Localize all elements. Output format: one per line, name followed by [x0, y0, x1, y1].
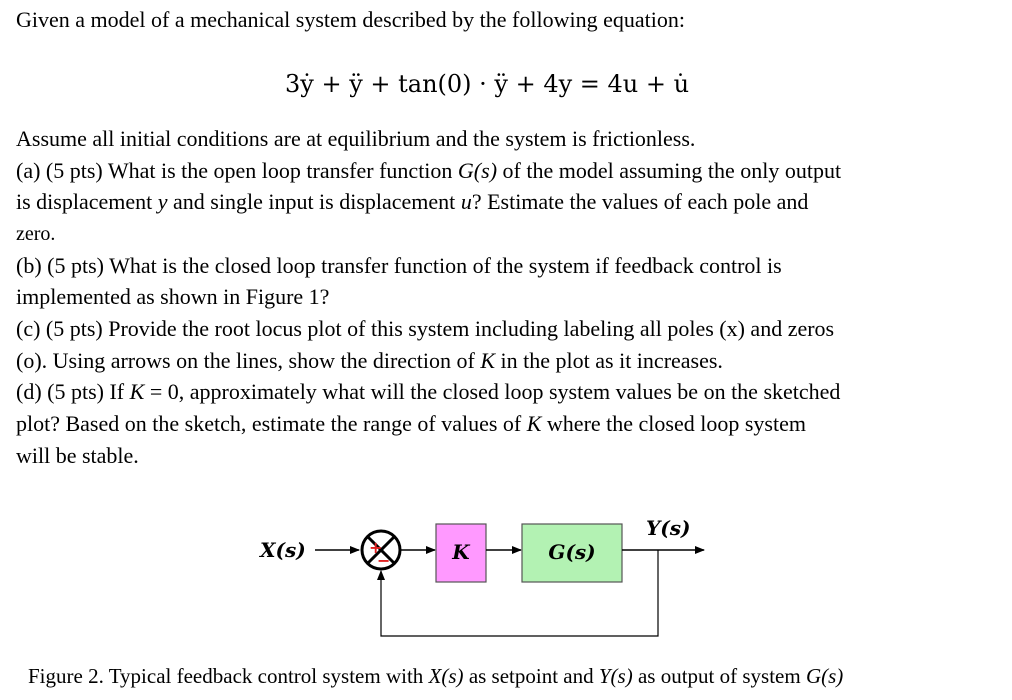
minus-sign: −	[377, 551, 390, 570]
output-label: Y(s)	[646, 516, 690, 540]
summing-junction: + −	[360, 529, 402, 571]
block-diagram: X(s) Y(s) + − K G(s)	[258, 516, 705, 637]
plant-label: G(s)	[548, 540, 595, 564]
input-label: X(s)	[258, 538, 306, 562]
figure-caption: Figure 2. Typical feedback control syste…	[28, 664, 844, 688]
gain-label: K	[451, 540, 471, 564]
